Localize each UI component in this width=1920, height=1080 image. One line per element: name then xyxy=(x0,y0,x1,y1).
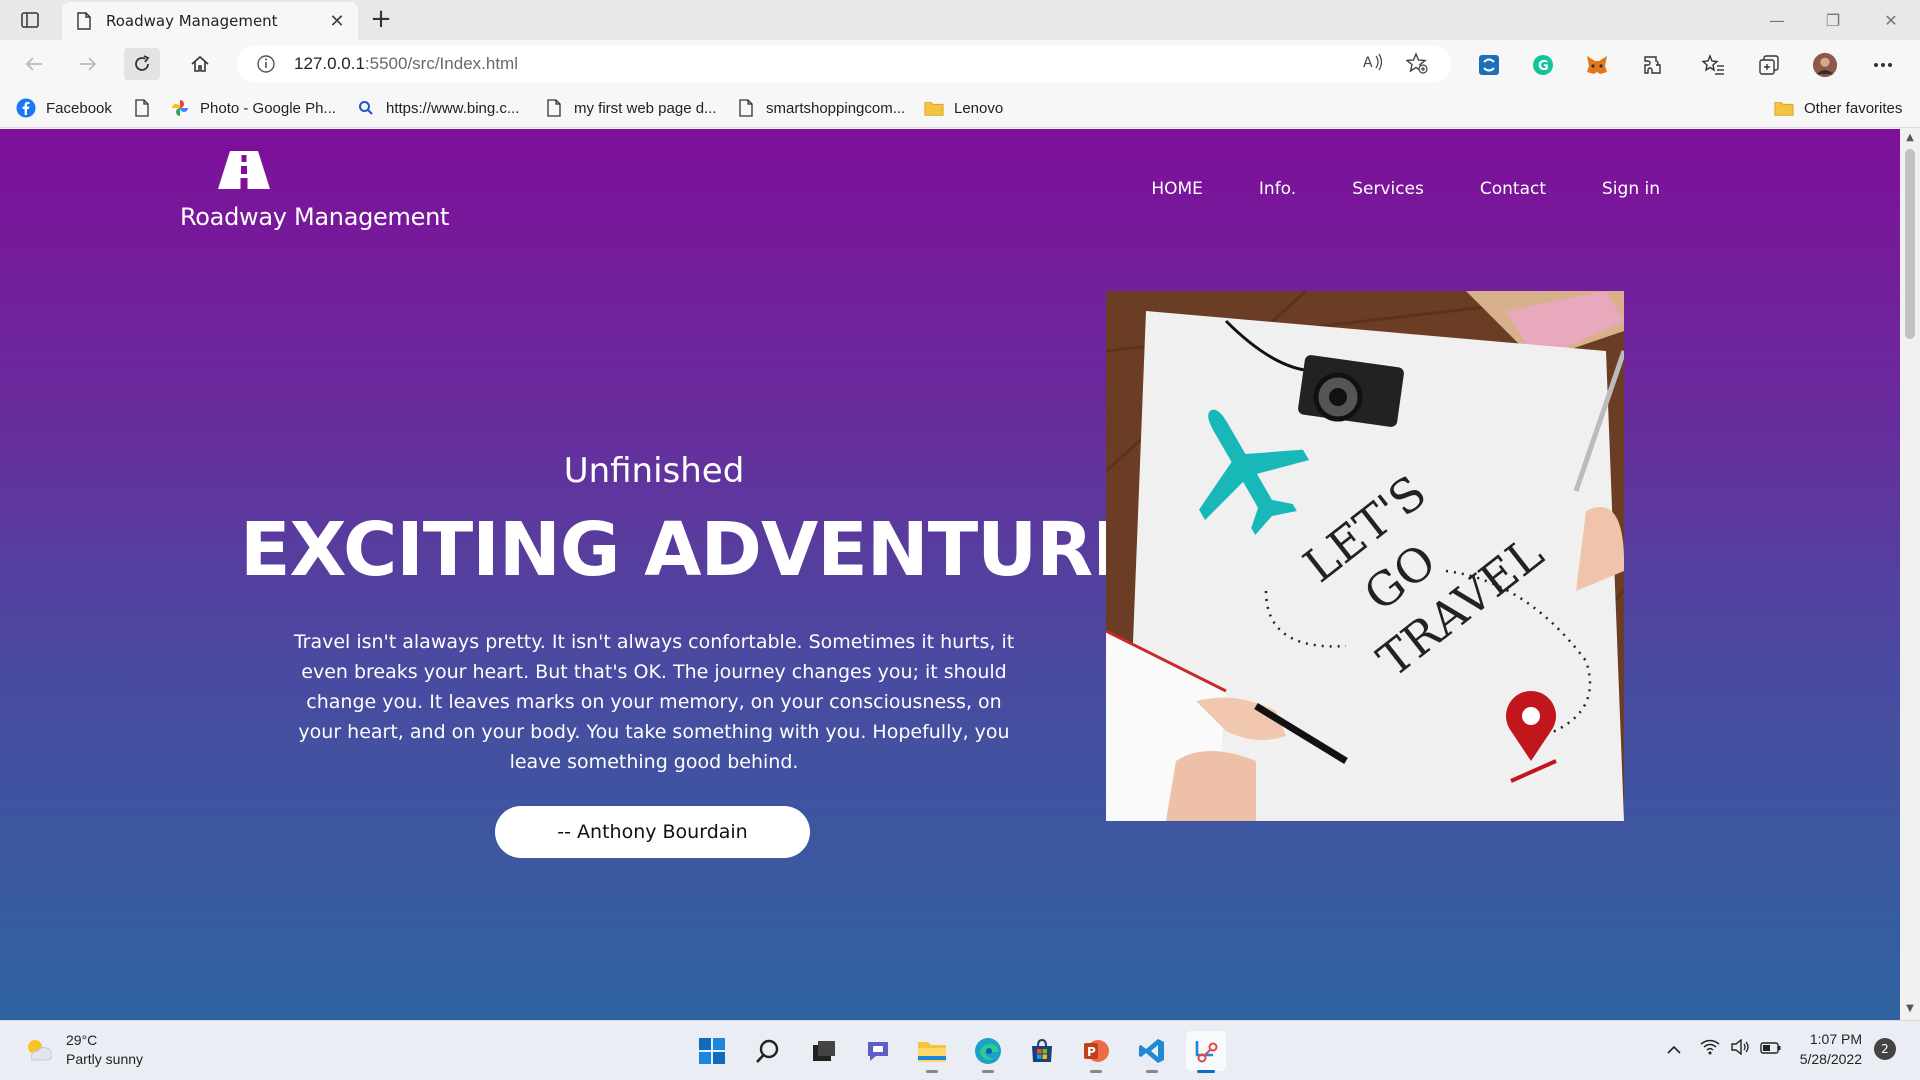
microsoft-store-icon[interactable] xyxy=(1022,1031,1062,1071)
page-icon xyxy=(77,12,91,30)
clock-date: 5/28/2022 xyxy=(1799,1051,1862,1067)
favorite-blank-page[interactable] xyxy=(132,96,162,120)
home-icon[interactable] xyxy=(182,48,218,80)
scroll-up-icon[interactable]: ▲ xyxy=(1904,132,1916,144)
hero-title: EXCITING ADVENTURE xyxy=(240,507,1143,593)
scroll-down-icon[interactable]: ▼ xyxy=(1904,1003,1916,1015)
back-icon[interactable] xyxy=(16,48,52,80)
favorite-smartshopping[interactable]: smartshoppingcom... xyxy=(736,96,905,120)
nav-contact[interactable]: Contact xyxy=(1480,179,1546,199)
address-bar[interactable]: 127.0.0.1:5500/src/Index.html A xyxy=(236,46,1452,82)
browser-toolbar: 127.0.0.1:5500/src/Index.html A G xyxy=(0,40,1920,88)
google-photos-icon xyxy=(170,98,190,118)
add-favorite-icon[interactable] xyxy=(1405,52,1428,78)
favorite-first-web-page[interactable]: my first web page d... xyxy=(544,96,717,120)
edge-icon[interactable] xyxy=(968,1031,1008,1073)
window-close-icon[interactable]: ✕ xyxy=(1866,6,1916,34)
logo-text: Roadway Management xyxy=(180,203,450,231)
nav-info[interactable]: Info. xyxy=(1259,179,1296,199)
clock[interactable]: 1:07 PM 5/28/2022 xyxy=(1800,1029,1862,1069)
notification-badge[interactable]: 2 xyxy=(1874,1038,1896,1060)
wifi-icon[interactable] xyxy=(1700,1039,1720,1059)
new-tab-button[interactable]: + xyxy=(366,4,396,34)
search-icon xyxy=(356,98,376,118)
forward-icon[interactable] xyxy=(70,48,106,80)
favorites-bar: Facebook Photo - Google Ph... https://ww… xyxy=(0,88,1920,128)
partly-sunny-icon xyxy=(28,1040,52,1061)
page-icon xyxy=(132,98,152,118)
page-icon xyxy=(736,98,756,118)
web-page: Roadway Management HOME Info. Services C… xyxy=(0,129,1900,1020)
svg-text:A: A xyxy=(1363,55,1373,71)
file-explorer-icon[interactable] xyxy=(912,1031,952,1073)
snipping-tool-icon[interactable] xyxy=(1186,1031,1226,1073)
road-icon xyxy=(218,151,270,189)
tab-strip: Roadway Management ✕ + — ❐ ✕ xyxy=(0,0,1920,40)
battery-icon[interactable] xyxy=(1760,1040,1782,1059)
vscode-icon[interactable] xyxy=(1132,1031,1172,1073)
hero-subtitle: Unfinished xyxy=(563,451,745,491)
teams-chat-icon[interactable] xyxy=(858,1031,898,1071)
nav-home[interactable]: HOME xyxy=(1151,179,1203,199)
close-tab-icon[interactable]: ✕ xyxy=(322,11,352,32)
minimize-icon[interactable]: — xyxy=(1752,6,1802,34)
more-menu-icon[interactable] xyxy=(1870,52,1896,78)
start-icon[interactable] xyxy=(692,1031,732,1071)
refresh-icon[interactable] xyxy=(124,48,160,80)
svg-text:G: G xyxy=(1538,59,1549,74)
profile-avatar[interactable] xyxy=(1812,52,1838,78)
travel-image: LET'S GO TRAVEL xyxy=(1106,291,1624,821)
site-logo[interactable]: Roadway Management xyxy=(180,149,449,239)
grammarly-icon[interactable]: G xyxy=(1530,52,1556,78)
nav-sign-in[interactable]: Sign in xyxy=(1602,179,1660,199)
quote-author-button[interactable]: -- Anthony Bourdain xyxy=(495,806,810,858)
restore-icon[interactable]: ❐ xyxy=(1808,6,1858,34)
folder-icon xyxy=(924,98,944,118)
browser-tab[interactable]: Roadway Management ✕ xyxy=(62,2,358,40)
system-tray: 1:07 PM 5/28/2022 2 xyxy=(1666,1029,1896,1069)
favorite-facebook[interactable]: Facebook xyxy=(16,96,112,120)
svg-text:P: P xyxy=(1087,1045,1096,1059)
screen-capture-extension-icon[interactable] xyxy=(1476,52,1502,78)
read-aloud-icon[interactable]: A xyxy=(1362,52,1384,78)
clock-time: 1:07 PM xyxy=(1809,1031,1862,1047)
powerpoint-icon[interactable]: P xyxy=(1076,1031,1116,1073)
extensions-icon[interactable] xyxy=(1640,52,1666,78)
collections-icon[interactable] xyxy=(1756,52,1782,78)
page-icon xyxy=(544,98,564,118)
folder-icon xyxy=(1774,98,1794,118)
weather-widget[interactable]: 29°C Partly sunny xyxy=(24,1031,143,1069)
favorite-bing[interactable]: https://www.bing.c... xyxy=(356,96,519,120)
other-favorites-folder[interactable]: Other favorites xyxy=(1774,96,1902,120)
windows-taskbar: 29°C Partly sunny P 1:07 PM 5/28/2022 2 xyxy=(0,1020,1920,1080)
weather-condition: Partly sunny xyxy=(66,1051,144,1067)
site-nav: HOME Info. Services Contact Sign in xyxy=(1151,179,1660,199)
favorite-google-photos[interactable]: Photo - Google Ph... xyxy=(170,96,336,120)
search-icon[interactable] xyxy=(748,1031,788,1071)
metamask-icon[interactable] xyxy=(1584,52,1610,78)
favorites-icon[interactable] xyxy=(1700,52,1726,78)
temperature: 29°C xyxy=(66,1032,98,1048)
facebook-icon xyxy=(16,98,36,118)
hero-paragraph: Travel isn't alaways pretty. It isn't al… xyxy=(293,631,1015,773)
show-hidden-icons-icon[interactable] xyxy=(1666,1040,1682,1059)
info-icon[interactable] xyxy=(256,54,276,74)
page-scrollbar[interactable]: ▲ ▼ xyxy=(1900,129,1920,1020)
task-view-icon[interactable] xyxy=(804,1031,844,1071)
nav-services[interactable]: Services xyxy=(1352,179,1424,199)
scrollbar-thumb[interactable] xyxy=(1905,149,1915,339)
volume-icon[interactable] xyxy=(1730,1038,1750,1059)
url-text: 127.0.0.1:5500/src/Index.html xyxy=(294,54,518,73)
favorite-folder-lenovo[interactable]: Lenovo xyxy=(924,96,1003,120)
tab-title: Roadway Management xyxy=(106,12,278,30)
tab-actions-icon[interactable] xyxy=(16,8,44,32)
